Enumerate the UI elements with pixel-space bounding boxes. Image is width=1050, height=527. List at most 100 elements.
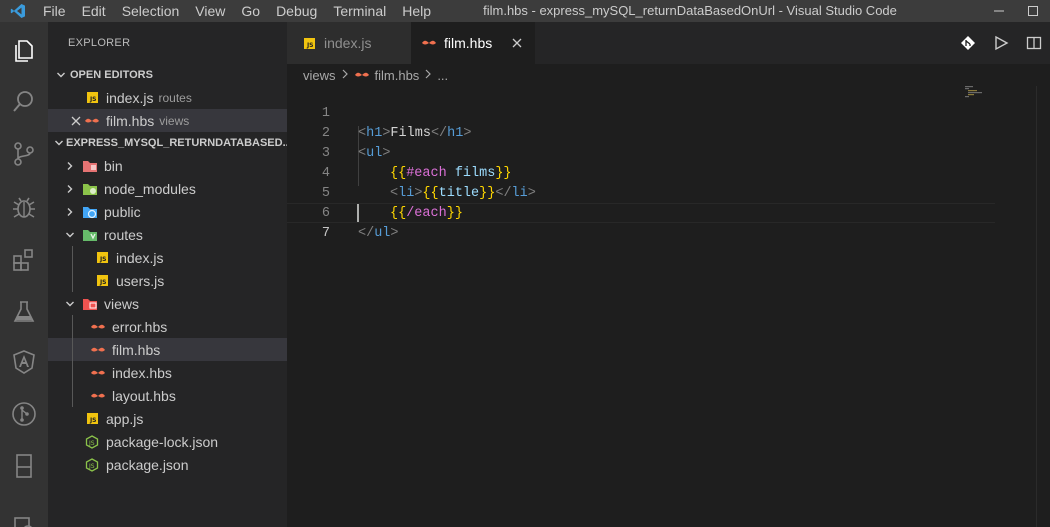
tree-file-layout-hbs[interactable]: layout.hbs [48,384,287,407]
svg-text:JS: JS [88,463,95,470]
indent-guide [72,315,73,338]
code-line: 6 </ul> [287,184,995,241]
tree-folder-routes[interactable]: routes [48,223,287,246]
nodejs-file-icon: JS [84,434,100,450]
tree-file-index-js[interactable]: JS index.js [48,246,287,269]
tree-file-app-js[interactable]: JS app.js [48,407,287,430]
tree-label: film.hbs [112,341,161,358]
search-icon[interactable] [0,78,48,126]
token: </ [358,226,375,241]
tree-folder-public[interactable]: public [48,200,287,223]
menu-file[interactable]: File [35,0,74,22]
tree-label: package-lock.json [106,433,219,450]
indent-guide [72,338,73,361]
breadcrumb-symbol[interactable]: ... [437,68,448,83]
chevron-right-icon [62,181,78,197]
code-line: 2 <ul> [287,104,995,161]
tree-file-package-lock-json[interactable]: JS package-lock.json [48,430,287,453]
tree-file-film-hbs[interactable]: film.hbs [48,338,287,361]
open-editor-name: index.js [106,89,154,106]
indent-guide [72,361,73,384]
menu-terminal[interactable]: Terminal [325,0,394,22]
tree-label: bin [104,157,123,174]
svg-text:JS: JS [88,440,95,447]
code-editor[interactable]: 1 <h1>Films</h1> 2 <ul> 3 {{#each films}… [287,86,1050,527]
line-content: </ul> [358,224,399,244]
handlebars-file-icon [90,365,106,381]
angular-icon[interactable] [0,338,48,386]
run-icon[interactable] [984,22,1017,64]
handlebars-file-icon [421,35,437,51]
menu-edit[interactable]: Edit [74,0,114,22]
title-bar: File Edit Selection View Go Debug Termin… [0,0,1050,22]
explorer-sidebar: EXPLORER OPEN EDITORS JS index.js routes… [48,22,287,527]
vertical-scrollbar[interactable] [1036,86,1050,527]
tab-label: film.hbs [444,35,493,51]
breadcrumb-file[interactable]: film.hbs [375,68,420,83]
chevron-right-icon [424,68,432,82]
tree-folder-bin[interactable]: bin [48,154,287,177]
extensions-icon[interactable] [0,236,48,284]
tree-file-package-json[interactable]: JS package.json [48,453,287,476]
vscode-logo-icon [0,0,35,22]
folder-node-icon [82,181,98,197]
minimize-button[interactable] [982,0,1016,22]
tree-label: error.hbs [112,318,168,335]
azure-icon[interactable] [0,499,48,527]
test-flask-icon[interactable] [0,288,48,336]
tab-film-hbs[interactable]: film.hbs [411,22,535,64]
maximize-button[interactable] [1016,0,1050,22]
open-editor-item[interactable]: JS index.js routes [48,86,287,109]
remote-explorer-icon[interactable] [0,442,48,490]
handlebars-file-icon [84,113,100,129]
source-control-icon[interactable] [0,130,48,178]
tree-folder-views[interactable]: views [48,292,287,315]
tree-label: app.js [106,410,144,427]
project-folder-header[interactable]: EXPRESS_MYSQL_RETURNDATABASED... [48,132,287,154]
tree-folder-node-modules[interactable]: node_modules [48,177,287,200]
menu-debug[interactable]: Debug [268,0,325,22]
breadcrumb: views film.hbs ... [287,64,1050,86]
open-editor-item[interactable]: film.hbs views [48,109,287,132]
tree-label: public [104,203,141,220]
js-file-icon: JS [301,35,317,51]
chevron-down-icon [54,70,68,80]
js-file-icon: JS [84,411,100,427]
split-editor-icon[interactable] [1017,22,1050,64]
indent-guide [72,246,73,269]
tree-label: layout.hbs [112,387,176,404]
chevron-right-icon [341,68,349,82]
explorer-icon[interactable] [0,27,48,75]
open-editors-header[interactable]: OPEN EDITORS [48,64,287,86]
open-editor-name: film.hbs [106,112,155,129]
menu-selection[interactable]: Selection [114,0,188,22]
line-number: 7 [321,226,330,241]
indent-guide [72,269,73,292]
handlebars-file-icon [354,70,370,80]
code-line-current: 7 [287,203,995,241]
token: ul [374,226,391,241]
menu-view[interactable]: View [187,0,233,22]
tree-label: package.json [106,456,189,473]
breadcrumb-folder[interactable]: views [303,68,336,83]
chevron-down-icon [62,227,78,243]
menu-go[interactable]: Go [233,0,268,22]
js-file-icon: JS [84,90,100,106]
git-compare-icon[interactable] [951,22,984,64]
tree-file-error-hbs[interactable]: error.hbs [48,315,287,338]
menu-bar: File Edit Selection View Go Debug Termin… [35,0,439,22]
chevron-right-icon [62,158,78,174]
chevron-down-icon [62,296,78,312]
menu-help[interactable]: Help [394,0,439,22]
handlebars-file-icon [90,388,106,404]
close-icon[interactable] [509,35,525,51]
tree-label: routes [104,226,143,243]
git-graph-icon[interactable] [0,390,48,438]
close-icon[interactable] [68,113,84,129]
minimap[interactable] [965,86,1005,116]
tab-index-js[interactable]: JS index.js [287,22,411,64]
tree-file-users-js[interactable]: JS users.js [48,269,287,292]
nodejs-file-icon: JS [84,457,100,473]
debug-icon[interactable] [0,184,48,232]
tree-file-index-hbs[interactable]: index.hbs [48,361,287,384]
